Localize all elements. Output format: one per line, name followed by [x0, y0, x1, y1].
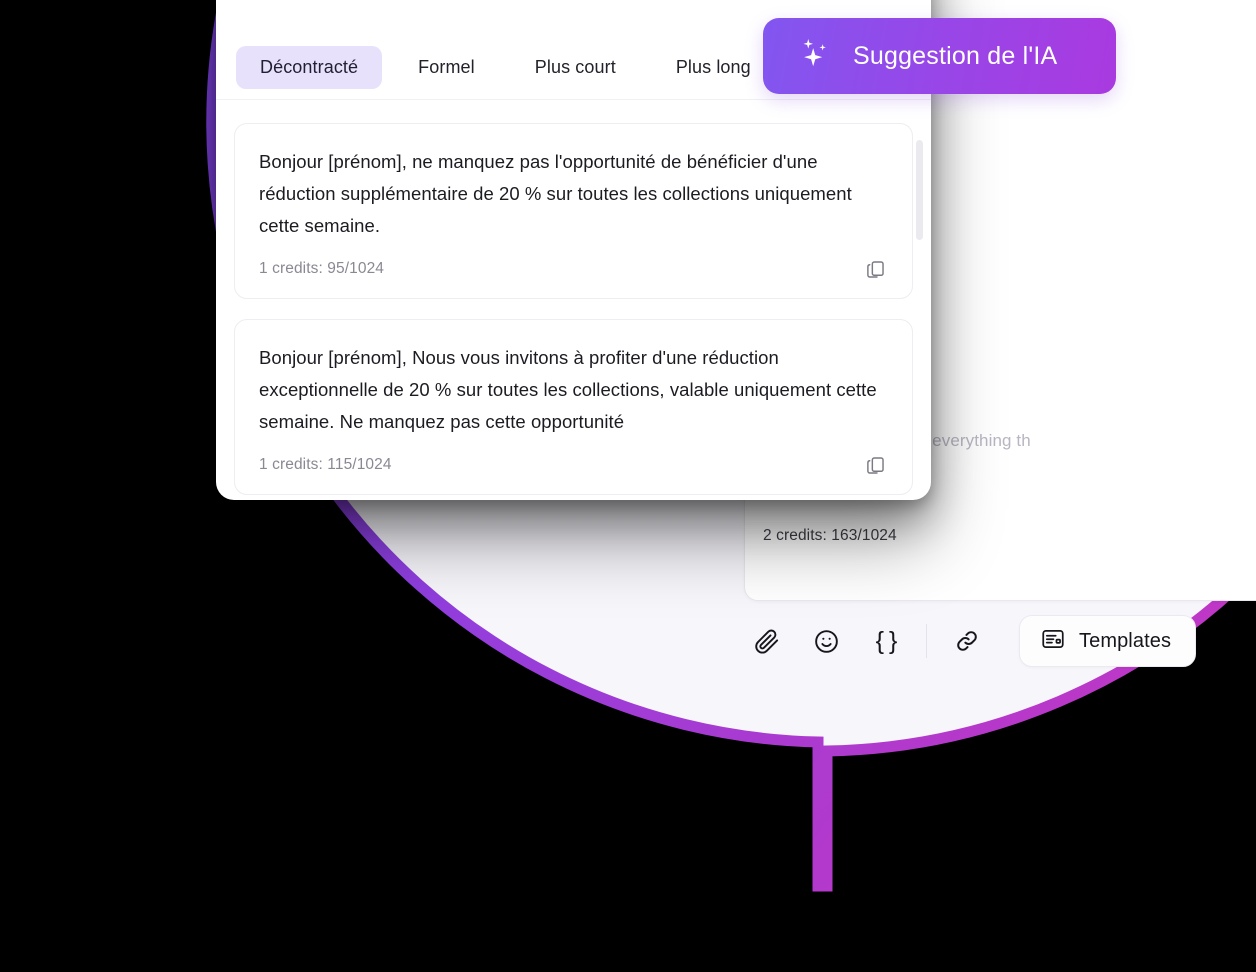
link-icon[interactable] [945, 619, 989, 663]
smiley-icon[interactable] [804, 619, 848, 663]
tab-formel[interactable]: Formel [394, 46, 499, 89]
ai-suggestion-badge[interactable]: Suggestion de l'IA [763, 18, 1116, 94]
editor-credits-label: 2 credits: 163/1024 [763, 527, 897, 544]
suggestion-card-footer: 1 credits: 95/1024 [259, 256, 888, 282]
popup-scrollbar-thumb[interactable] [916, 140, 923, 240]
suggestion-card[interactable]: Bonjour [prénom], Nous vous invitons à p… [234, 319, 913, 495]
template-icon [1040, 626, 1066, 657]
curly-braces-icon[interactable]: { } [864, 619, 908, 663]
tab-plus-long[interactable]: Plus long [652, 46, 775, 89]
toolbar-divider [926, 624, 927, 658]
copy-icon[interactable] [862, 452, 888, 478]
tab-plus-court[interactable]: Plus court [511, 46, 640, 89]
suggestion-credits: 1 credits: 115/1024 [259, 456, 392, 473]
screenshot-root: grab an extra 20% off everything th 2 cr… [0, 0, 1256, 972]
sparkles-icon [795, 34, 835, 79]
templates-button[interactable]: Templates [1019, 615, 1197, 667]
copy-icon[interactable] [862, 256, 888, 282]
paperclip-icon[interactable] [744, 619, 788, 663]
suggestion-card-footer: 1 credits: 115/1024 [259, 452, 888, 478]
popup-scrollbar[interactable] [916, 140, 923, 500]
suggestion-text: Bonjour [prénom], ne manquez pas l'oppor… [259, 151, 852, 236]
tab-decontracte[interactable]: Décontracté [236, 46, 383, 89]
suggestion-credits: 1 credits: 95/1024 [259, 260, 385, 277]
templates-button-label: Templates [1079, 629, 1172, 652]
suggestion-text: Bonjour [prénom], Nous vous invitons à p… [259, 347, 877, 432]
suggestion-list: Bonjour [prénom], ne manquez pas l'oppor… [216, 101, 931, 500]
suggestion-card[interactable]: Bonjour [prénom], ne manquez pas l'oppor… [234, 123, 913, 299]
ai-badge-label: Suggestion de l'IA [853, 41, 1058, 70]
composer-toolbar: { } Templates [744, 612, 1214, 670]
